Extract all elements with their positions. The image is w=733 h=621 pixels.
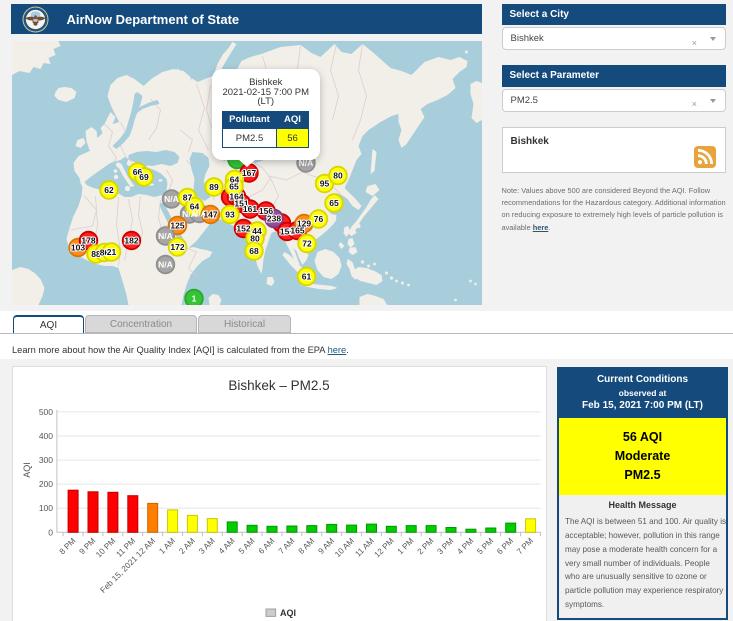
svg-text:5 PM: 5 PM xyxy=(475,536,495,556)
svg-text:62: 62 xyxy=(104,185,114,195)
svg-text:80: 80 xyxy=(250,234,260,244)
svg-text:N/A: N/A xyxy=(158,231,173,241)
svg-text:89: 89 xyxy=(209,182,219,192)
svg-text:0: 0 xyxy=(48,527,53,537)
svg-text:10 PM: 10 PM xyxy=(94,536,117,559)
svg-text:8 PM: 8 PM xyxy=(57,536,77,556)
svg-text:500: 500 xyxy=(38,407,52,417)
svg-text:3 PM: 3 PM xyxy=(435,536,455,556)
svg-text:167: 167 xyxy=(241,168,255,178)
svg-text:76: 76 xyxy=(313,214,323,224)
svg-text:N/A: N/A xyxy=(164,194,179,204)
svg-text:65: 65 xyxy=(229,182,239,192)
svg-text:93: 93 xyxy=(225,210,235,220)
svg-text:65: 65 xyxy=(329,198,339,208)
svg-text:238: 238 xyxy=(266,214,280,224)
svg-text:68: 68 xyxy=(249,246,259,256)
svg-text:6 AM: 6 AM xyxy=(256,536,276,556)
svg-text:10 AM: 10 AM xyxy=(333,536,356,559)
svg-text:AQI: AQI xyxy=(22,462,32,478)
svg-text:12 PM: 12 PM xyxy=(372,536,395,559)
svg-text:80: 80 xyxy=(333,171,343,181)
svg-text:64: 64 xyxy=(189,202,199,212)
svg-text:1 PM: 1 PM xyxy=(395,536,415,556)
svg-text:N/A: N/A xyxy=(158,260,173,270)
svg-text:4 PM: 4 PM xyxy=(455,536,475,556)
svg-text:1: 1 xyxy=(191,294,196,304)
svg-text:11 AM: 11 AM xyxy=(353,536,375,558)
svg-text:4 AM: 4 AM xyxy=(217,536,237,556)
svg-text:8 AM: 8 AM xyxy=(296,536,316,556)
svg-text:161: 161 xyxy=(242,204,256,214)
svg-text:5 AM: 5 AM xyxy=(236,536,256,556)
svg-text:AQI: AQI xyxy=(280,608,296,618)
svg-text:21: 21 xyxy=(106,247,116,257)
svg-text:69: 69 xyxy=(139,172,149,182)
svg-text:182: 182 xyxy=(124,236,138,246)
svg-text:129: 129 xyxy=(296,219,310,229)
svg-text:200: 200 xyxy=(38,479,52,489)
svg-text:178: 178 xyxy=(81,236,95,246)
svg-text:2 PM: 2 PM xyxy=(415,536,435,556)
svg-text:3 AM: 3 AM xyxy=(197,536,217,556)
svg-text:147: 147 xyxy=(203,210,217,220)
svg-text:7 PM: 7 PM xyxy=(515,536,535,556)
svg-text:152: 152 xyxy=(236,224,250,234)
svg-text:100: 100 xyxy=(38,503,52,513)
svg-text:7 AM: 7 AM xyxy=(276,536,296,556)
svg-text:125: 125 xyxy=(170,221,184,231)
svg-text:400: 400 xyxy=(38,431,52,441)
svg-text:172: 172 xyxy=(170,242,184,252)
svg-text:95: 95 xyxy=(319,179,329,189)
svg-text:61: 61 xyxy=(301,272,311,282)
svg-text:300: 300 xyxy=(38,455,52,465)
svg-text:2 AM: 2 AM xyxy=(177,536,197,556)
svg-text:72: 72 xyxy=(302,239,312,249)
svg-text:6 PM: 6 PM xyxy=(495,536,515,556)
svg-text:1 AM: 1 AM xyxy=(157,536,177,556)
